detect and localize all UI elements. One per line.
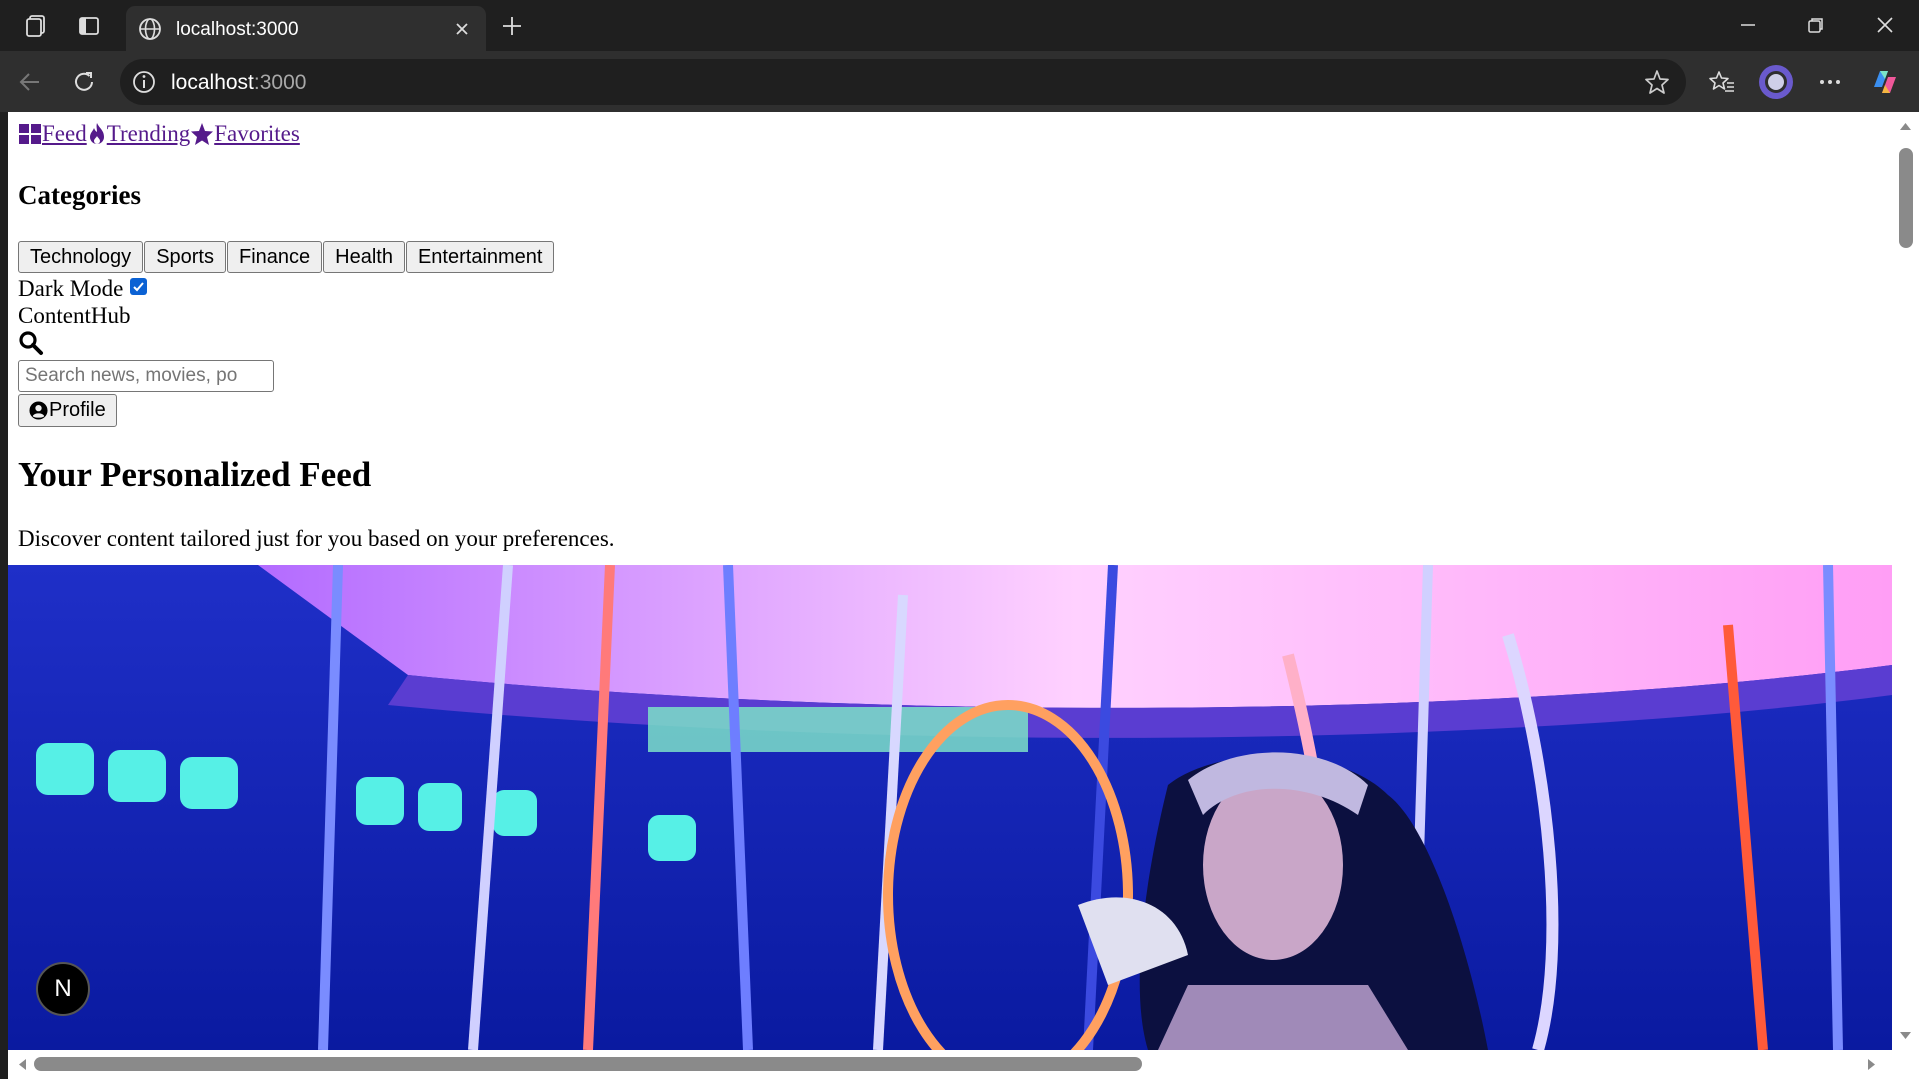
feed-description: Discover content tailored just for you b… [18, 526, 615, 551]
address-host: localhost [171, 71, 254, 94]
nextjs-dev-badge[interactable]: N [36, 962, 90, 1016]
back-icon[interactable] [11, 63, 49, 101]
page-viewport: Feed Trending Favorites Categories Techn… [8, 112, 1892, 1050]
reload-icon[interactable] [65, 63, 103, 101]
browser-titlebar: localhost:3000 [0, 0, 1919, 51]
profile-avatar-icon[interactable] [1757, 63, 1795, 101]
top-nav: Feed Trending Favorites [18, 121, 300, 147]
search-icon[interactable] [18, 330, 44, 356]
nav-link-feed[interactable]: Feed [42, 121, 87, 147]
horizontal-scrollbar[interactable] [8, 1050, 1919, 1079]
new-tab-icon[interactable] [494, 8, 530, 44]
dark-mode-toggle: Dark Mode [18, 276, 148, 302]
category-buttons: Technology Sports Finance Health Enterta… [18, 241, 555, 273]
category-health-button[interactable]: Health [323, 241, 405, 273]
nav-link-trending[interactable]: Trending [107, 121, 191, 147]
scroll-up-icon[interactable] [1892, 116, 1919, 136]
globe-icon [136, 15, 164, 43]
scroll-right-icon[interactable] [1862, 1050, 1882, 1079]
nav-link-favorites[interactable]: Favorites [214, 121, 300, 147]
category-technology-button[interactable]: Technology [18, 241, 144, 273]
address-text[interactable]: localhost:3000 [171, 71, 306, 95]
tab-actions-icon[interactable] [73, 10, 105, 42]
category-sports-button[interactable]: Sports [144, 241, 226, 273]
tab-title: localhost:3000 [176, 19, 299, 40]
grid-icon [18, 122, 42, 146]
address-port: :3000 [253, 71, 307, 94]
site-info-icon[interactable] [130, 68, 158, 96]
address-bar[interactable]: localhost:3000 [120, 59, 1686, 105]
favorites-list-icon[interactable] [1703, 63, 1741, 101]
brand-name: ContentHub [18, 303, 131, 328]
feed-title: Your Personalized Feed [18, 455, 372, 494]
browser-toolbar: localhost:3000 [0, 51, 1919, 112]
category-finance-button[interactable]: Finance [227, 241, 323, 273]
categories-heading: Categories [18, 180, 141, 210]
user-circle-icon [29, 401, 48, 420]
vertical-scrollbar[interactable] [1892, 112, 1919, 1050]
workspaces-icon[interactable] [20, 10, 52, 42]
restore-icon[interactable] [1788, 6, 1844, 44]
favorite-star-icon[interactable] [1642, 67, 1672, 97]
close-window-icon[interactable] [1857, 6, 1913, 44]
horizontal-scroll-thumb[interactable] [34, 1057, 1142, 1071]
fire-icon [87, 122, 107, 146]
category-entertainment-button[interactable]: Entertainment [405, 241, 555, 273]
profile-button[interactable]: Profile [18, 394, 117, 427]
vertical-scroll-thumb[interactable] [1899, 148, 1913, 248]
dark-mode-checkbox[interactable] [130, 277, 148, 295]
dark-mode-label: Dark Mode [18, 276, 124, 301]
more-menu-icon[interactable] [1811, 63, 1849, 101]
close-tab-icon[interactable] [448, 15, 476, 43]
minimize-icon[interactable] [1720, 6, 1776, 44]
profile-label: Profile [49, 399, 106, 421]
star-icon [190, 122, 214, 146]
copilot-icon[interactable] [1866, 63, 1904, 101]
search-input[interactable] [18, 360, 274, 392]
scroll-down-icon[interactable] [1892, 1026, 1919, 1046]
hero-image [8, 565, 1892, 1050]
browser-tab[interactable]: localhost:3000 [126, 6, 486, 51]
scroll-left-icon[interactable] [12, 1050, 32, 1079]
